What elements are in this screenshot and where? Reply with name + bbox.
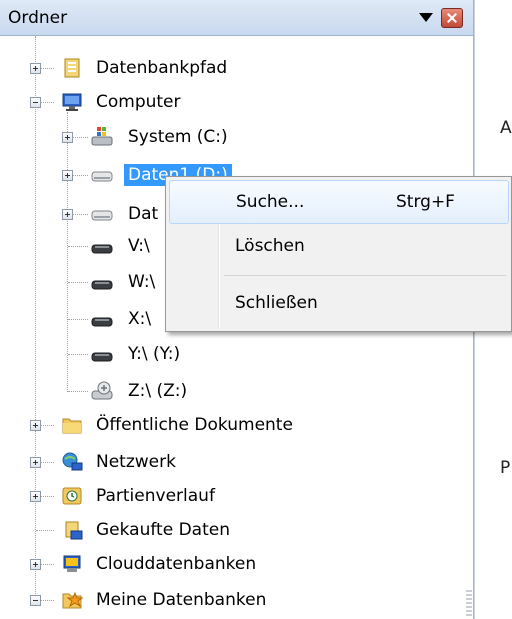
my-databases-icon — [61, 589, 84, 611]
network-icon — [61, 451, 83, 473]
tree-item-meine-datenbanken[interactable]: Meine Datenbanken — [92, 585, 270, 615]
drive-icon — [91, 164, 113, 186]
right-pane-fragment-a: A — [500, 118, 512, 138]
dropdown-arrow-icon[interactable] — [419, 13, 433, 22]
expand-toggle[interactable] — [62, 132, 73, 143]
database-file-icon — [61, 57, 83, 79]
tree-item-z-drive[interactable]: Z:\ (Z:) — [124, 376, 191, 406]
close-panel-button[interactable] — [441, 8, 463, 28]
disconnected-drive-icon — [91, 380, 113, 402]
folder-panel-header: Ordner — [0, 0, 474, 36]
tree-item-computer[interactable]: Computer — [92, 87, 185, 117]
tree-item-datenbankpfad[interactable]: Datenbankpfad — [92, 53, 231, 83]
network-drive-icon — [91, 309, 113, 331]
expand-toggle[interactable] — [62, 170, 73, 181]
expand-toggle[interactable] — [30, 457, 41, 468]
drive-icon — [91, 203, 113, 225]
tree-item-netzwerk[interactable]: Netzwerk — [92, 447, 180, 477]
tree-item-x-drive[interactable]: X:\ — [124, 304, 155, 334]
tree-item-oeffentliche-dokumente[interactable]: Öffentliche Dokumente — [92, 410, 297, 440]
context-menu: Suche... Strg+F Löschen Schließen — [165, 176, 512, 332]
tree-item-w-drive[interactable]: W:\ — [124, 267, 159, 297]
right-pane-fragment-p: P — [500, 458, 511, 478]
collapse-toggle[interactable] — [30, 97, 41, 108]
tree-item-clouddatenbanken[interactable]: Clouddatenbanken — [92, 549, 260, 579]
resize-grip[interactable] — [466, 590, 472, 618]
menu-separator — [224, 275, 506, 276]
tree-item-y-drive[interactable]: Y:\ (Y:) — [124, 339, 184, 369]
network-drive-icon — [91, 344, 113, 366]
expand-toggle[interactable] — [30, 420, 41, 431]
tree-item-gekaufte-daten[interactable]: Gekaufte Daten — [92, 515, 234, 545]
collapse-toggle[interactable] — [30, 595, 41, 606]
system-drive-icon — [91, 125, 113, 147]
expand-toggle[interactable] — [30, 491, 41, 502]
tree-item-v-drive[interactable]: V:\ — [124, 231, 154, 261]
purchased-data-icon — [61, 519, 83, 541]
tree-item-system-c[interactable]: System (C:) — [124, 122, 232, 152]
expand-toggle[interactable] — [30, 559, 41, 570]
folder-icon — [61, 414, 83, 436]
tree-item-partienverlauf[interactable]: Partienverlauf — [92, 481, 219, 511]
network-drive-icon — [91, 236, 113, 258]
expand-toggle[interactable] — [62, 209, 73, 220]
shortcut-label: Strg+F — [396, 192, 455, 212]
cloud-database-icon — [61, 553, 83, 575]
network-drive-icon — [91, 272, 113, 294]
panel-title: Ordner — [8, 8, 68, 28]
expand-toggle[interactable] — [30, 63, 41, 74]
tree-item-daten2[interactable]: Dat — [124, 199, 162, 229]
computer-icon — [61, 91, 83, 113]
menu-item-delete[interactable]: Löschen — [169, 225, 509, 269]
menu-item-search[interactable]: Suche... Strg+F — [169, 180, 509, 224]
history-icon — [61, 485, 83, 507]
menu-item-close[interactable]: Schließen — [169, 282, 509, 326]
